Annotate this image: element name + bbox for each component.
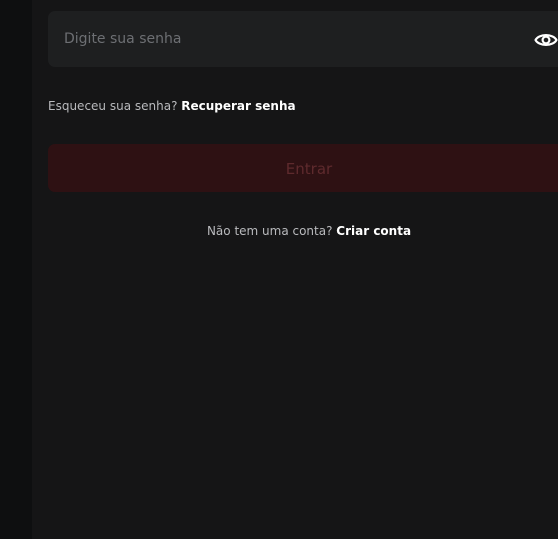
password-input[interactable]	[64, 11, 504, 67]
forgot-password-row: Esqueceu sua senha? Recuperar senha	[48, 97, 296, 115]
password-field[interactable]	[48, 11, 558, 67]
login-button-label: Entrar	[285, 160, 333, 178]
login-screen: Esqueceu sua senha? Recuperar senha Entr…	[0, 0, 558, 539]
left-edge-strip	[0, 0, 32, 539]
signup-prompt: Não tem uma conta?	[206, 224, 337, 238]
signup-row: Não tem uma conta? Criar conta	[0, 222, 558, 240]
recover-password-link[interactable]: Recuperar senha	[181, 99, 295, 113]
eye-icon[interactable]	[534, 29, 558, 51]
login-panel	[32, 0, 558, 539]
login-button[interactable]: Entrar	[48, 144, 558, 192]
create-account-link[interactable]: Criar conta	[336, 224, 411, 238]
forgot-password-prompt: Esqueceu sua senha?	[48, 99, 182, 113]
